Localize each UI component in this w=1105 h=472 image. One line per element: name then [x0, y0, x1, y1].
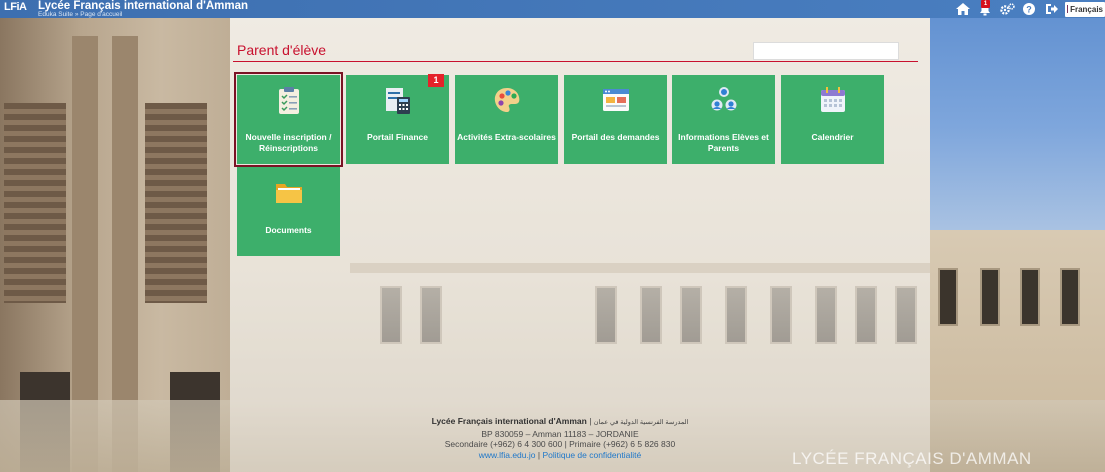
tile-nouvelle-inscription[interactable]: Nouvelle inscription / Réinscriptions: [234, 72, 343, 167]
breadcrumb: Eduka Suite » Page d'accueil: [38, 11, 123, 18]
footer-arabic-name: المدرسة الفرنسية الدولية في عمان: [593, 419, 689, 426]
tile-informations-eleves-parents[interactable]: Informations Elèves et Parents: [672, 75, 775, 164]
home-button[interactable]: [952, 0, 974, 18]
tile-label: Documents: [265, 225, 312, 235]
french-flag-icon: [1067, 5, 1069, 13]
settings-button[interactable]: [996, 0, 1018, 18]
tile-label: Informations Elèves et Parents: [678, 132, 769, 153]
footer-links: www.lfia.edu.jo | Politique de confident…: [478, 449, 642, 460]
tile-activites-extrascolaires[interactable]: Activités Extra-scolaires: [455, 75, 558, 164]
section-title: Parent d'élève: [237, 42, 327, 58]
school-logo[interactable]: LFiA: [4, 1, 32, 17]
finance-badge: 1: [428, 74, 444, 87]
calculator-document-icon: [385, 88, 410, 114]
website-link[interactable]: www.lfia.edu.jo: [479, 450, 536, 460]
footer-address: BP 830059 – Amman 11183 – JORDANIE: [481, 428, 639, 439]
help-button[interactable]: ?: [1018, 0, 1040, 18]
search-input[interactable]: [753, 42, 899, 60]
help-icon: ?: [1023, 3, 1035, 15]
logout-icon: [1045, 4, 1058, 14]
language-label: Français: [1070, 4, 1103, 14]
cogs-icon: [999, 3, 1015, 15]
privacy-link[interactable]: Politique de confidentialité: [542, 450, 641, 460]
tile-portail-finance[interactable]: Portail Finance: [346, 75, 449, 164]
tile-portail-demandes[interactable]: Portail des demandes: [564, 75, 667, 164]
home-icon: [956, 3, 970, 15]
tile-label: Calendrier: [811, 132, 854, 142]
notification-badge: 1: [981, 0, 990, 8]
top-bar: LFiA Lycée Français international d'Amma…: [0, 0, 1105, 18]
logout-button[interactable]: [1040, 0, 1062, 18]
tile-label: Portail des demandes: [571, 132, 660, 142]
clipboard-checklist-icon: [278, 87, 299, 114]
folder-icon: [275, 184, 302, 203]
top-icons: 1 ? Français: [952, 0, 1105, 18]
tile-documents[interactable]: Documents: [237, 167, 340, 256]
tile-calendrier[interactable]: Calendrier: [781, 75, 884, 164]
palette-icon: [494, 88, 519, 112]
browser-window-icon: [602, 89, 629, 111]
tile-label: Activités Extra-scolaires: [457, 132, 556, 142]
tile-label: Portail Finance: [367, 132, 428, 142]
footer-school-name: Lycée Français international d'Amman: [431, 416, 587, 426]
notifications-button[interactable]: 1: [974, 0, 996, 18]
tile-label: Nouvelle inscription / Réinscriptions: [245, 132, 332, 153]
footer: Lycée Français international d'Amman | ا…: [420, 416, 700, 460]
footer-phones: Secondaire (+962) 6 4 300 600 | Primaire…: [444, 439, 676, 449]
people-icon: [711, 87, 736, 111]
logo-text: LFiA: [4, 1, 27, 13]
footer-school-line: Lycée Français international d'Amman | ا…: [431, 416, 689, 426]
svg-text:?: ?: [1026, 4, 1032, 14]
calendar-icon: [820, 87, 845, 112]
language-selector[interactable]: Français: [1065, 1, 1105, 17]
section-divider: [233, 61, 918, 62]
